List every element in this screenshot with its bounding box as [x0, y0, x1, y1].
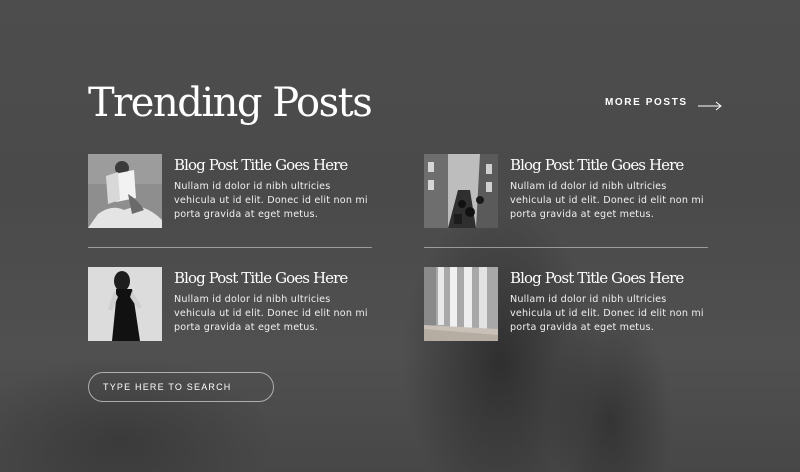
post-title[interactable]: Blog Post Title Goes Here — [174, 269, 378, 287]
post-card-1[interactable]: Blog Post Title Goes Here Nullam id dolo… — [88, 154, 378, 230]
post-excerpt: Nullam id dolor id nibh ultricies vehicu… — [174, 181, 368, 220]
post-thumbnail[interactable] — [88, 267, 162, 341]
post-excerpt: Nullam id dolor id nibh ultricies vehicu… — [510, 294, 704, 333]
post-card-3[interactable]: Blog Post Title Goes Here Nullam id dolo… — [88, 267, 378, 343]
arrow-right-icon — [697, 98, 722, 110]
post-title[interactable]: Blog Post Title Goes Here — [510, 269, 714, 287]
more-posts-link[interactable]: MORE POSTS — [605, 97, 722, 110]
section-title: Trending Posts — [88, 80, 373, 126]
divider — [424, 247, 708, 248]
post-thumbnail[interactable] — [424, 154, 498, 228]
post-excerpt: Nullam id dolor id nibh ultricies vehicu… — [510, 181, 704, 220]
post-card-2[interactable]: Blog Post Title Goes Here Nullam id dolo… — [424, 154, 714, 230]
more-posts-label: MORE POSTS — [605, 97, 688, 108]
post-title[interactable]: Blog Post Title Goes Here — [174, 156, 378, 174]
post-excerpt: Nullam id dolor id nibh ultricies vehicu… — [174, 294, 368, 333]
post-thumbnail[interactable] — [424, 267, 498, 341]
post-thumbnail[interactable] — [88, 154, 162, 228]
post-card-4[interactable]: Blog Post Title Goes Here Nullam id dolo… — [424, 267, 714, 343]
post-title[interactable]: Blog Post Title Goes Here — [510, 156, 714, 174]
search-input[interactable] — [88, 372, 274, 402]
divider — [88, 247, 372, 248]
